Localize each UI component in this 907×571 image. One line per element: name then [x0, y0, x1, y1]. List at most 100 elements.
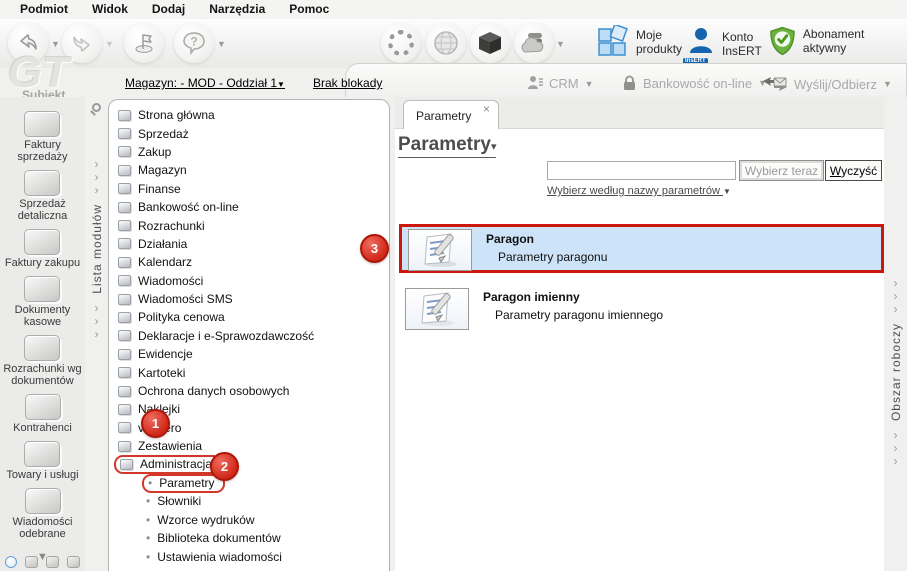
title-caret-icon: ▾	[490, 141, 497, 153]
tree-item-wiadomosci[interactable]: Wiadomości	[109, 272, 389, 290]
result-title: Paragon	[486, 232, 535, 246]
tree-item-deklaracje[interactable]: Deklaracje i e-Sprawozdawczość	[109, 327, 389, 345]
tree-item-zestawienia[interactable]: Zestawienia	[109, 437, 389, 455]
chevron-right-icon: ›	[94, 326, 99, 341]
boxes-icon	[24, 229, 61, 255]
administration-icon	[120, 458, 133, 470]
result-paragon[interactable]: Paragon Parametry paragonu	[399, 224, 884, 273]
tree-item-ustawienia-wiadomosci[interactable]: • Ustawienia wiadomości	[109, 547, 389, 565]
tree-item-magazyn[interactable]: Magazyn	[109, 161, 389, 179]
tree-item-sprzedaz[interactable]: Sprzedaż	[109, 124, 389, 142]
messages-icon	[118, 275, 131, 287]
filter-caret-icon: ▼	[722, 187, 731, 196]
menu-dodaj[interactable]: Dodaj	[140, 1, 197, 18]
menu-widok[interactable]: Widok	[80, 1, 140, 18]
bankowosc-button[interactable]: Bankowość on-line ▼	[622, 75, 767, 91]
status-bar: Magazyn: - MOD - Oddział 1▼ Brak blokady…	[0, 68, 907, 97]
crm-button[interactable]: CRM ▼	[527, 75, 594, 92]
tree-item-dzialania[interactable]: Działania	[109, 235, 389, 253]
konto-insert-button[interactable]: InsERT Konto InsERT	[683, 25, 762, 64]
menu-narzedzia[interactable]: Narzędzia	[197, 1, 277, 18]
chevron-right-icon: ›	[94, 157, 99, 171]
home-icon	[118, 109, 131, 121]
blokada-link[interactable]: Brak blokady	[313, 76, 382, 90]
tree-item-zakup[interactable]: Zakup	[109, 143, 389, 161]
bullet-icon: •	[148, 475, 153, 490]
insert-person-icon: InsERT	[683, 25, 716, 64]
cloud-services-button[interactable]	[514, 23, 554, 63]
globe-icon	[434, 31, 458, 55]
module-faktury-sprzedazy[interactable]: Faktury sprzedaży	[17, 111, 68, 163]
wybierz-teraz-button[interactable]: Wybierz teraz	[739, 160, 824, 181]
bankowosc-label: Bankowość on-line	[643, 75, 753, 91]
module-rozrachunki-wg-dokumentow[interactable]: Rozrachunki wg dokumentów	[3, 335, 82, 387]
konto-insert-label-2: InsERT	[722, 43, 762, 58]
tree-item-wzorce-wydrukow[interactable]: • Wzorce wydruków	[109, 511, 389, 529]
circle-icon[interactable]	[5, 556, 17, 568]
card-files-icon	[118, 367, 131, 379]
tree-item-kalendarz[interactable]: Kalendarz	[109, 253, 389, 271]
wyczysc-button[interactable]: Wyczyść	[825, 160, 882, 181]
tree-item-polityka-cenowa[interactable]: Polityka cenowa	[109, 308, 389, 326]
page-title[interactable]: Parametry▾	[398, 134, 497, 158]
actions-icon	[118, 238, 131, 250]
tree-item-slowniki[interactable]: • Słowniki	[109, 492, 389, 510]
basket-small-icon[interactable]	[46, 556, 59, 568]
tree-item-rozrachunki[interactable]: Rozrachunki	[109, 216, 389, 234]
archive-button[interactable]	[470, 23, 510, 63]
pin-icon[interactable]	[92, 103, 101, 112]
calendar-icon	[118, 256, 131, 268]
module-wiadomosci-odebrane[interactable]: Wiadomości odebrane	[13, 488, 72, 540]
module-towary-i-uslugi[interactable]: Towary i usługi	[6, 441, 79, 481]
tree-item-kartoteki[interactable]: Kartoteki	[109, 363, 389, 381]
chevron-right-icon: ›	[893, 289, 898, 303]
wyslij-odbierz-button[interactable]: Wyślij/Odbierz ▼	[762, 75, 892, 93]
tree-item-parametry[interactable]: • Parametry	[109, 473, 389, 493]
filter-by-name-link[interactable]: Wybierz według nazwy parametrów ▼	[547, 185, 731, 197]
obszar-roboczy-strip[interactable]: › › › Obszar roboczy › › ›	[884, 97, 907, 571]
menu-pomoc[interactable]: Pomoc	[277, 1, 341, 18]
cloud-dropdown-caret[interactable]: ▼	[556, 39, 565, 49]
tree-item-administracja[interactable]: Administracja	[109, 455, 389, 475]
svg-text:?: ?	[190, 35, 197, 49]
menu-podmiot[interactable]: Podmiot	[8, 1, 80, 18]
module-faktury-zakupu[interactable]: Faktury zakupu	[5, 229, 80, 269]
tree-item-bankowosc-online[interactable]: Bankowość on-line	[109, 198, 389, 216]
module-kontrahenci[interactable]: Kontrahenci	[13, 394, 72, 434]
help-button[interactable]: ?	[174, 23, 214, 63]
module-dokumenty-kasowe[interactable]: Dokumenty kasowe	[15, 276, 70, 328]
close-icon[interactable]: ×	[483, 102, 490, 116]
help-dropdown-caret[interactable]: ▼	[217, 39, 226, 49]
step-badge-1: 1	[141, 409, 170, 438]
box-small-icon[interactable]	[67, 556, 80, 568]
online-button[interactable]	[426, 23, 466, 63]
tree-item-ochrona-danych[interactable]: Ochrona danych osobowych	[109, 382, 389, 400]
tree-item-strona-glowna[interactable]: Strona główna	[109, 106, 389, 124]
abonament-label: Abonament aktywny	[802, 27, 865, 55]
tab-parametry[interactable]: Parametry ×	[403, 100, 499, 129]
abonament-button[interactable]: Abonament aktywny	[768, 25, 907, 57]
tree-item-wiadomosci-sms[interactable]: Wiadomości SMS	[109, 290, 389, 308]
bullet-icon: •	[146, 531, 151, 546]
coins-small-icon[interactable]	[25, 556, 38, 568]
spinner-icon	[388, 30, 414, 56]
parameter-search-input[interactable]	[547, 161, 736, 180]
magazyn-selector-link[interactable]: Magazyn: - MOD - Oddział 1▼	[125, 76, 285, 90]
flag-button[interactable]	[124, 23, 164, 63]
tree-item-biblioteka-dokumentow[interactable]: • Biblioteka dokumentów	[109, 529, 389, 547]
records-icon	[118, 348, 131, 360]
module-sprzedaz-detaliczna[interactable]: Sprzedaż detaliczna	[18, 170, 67, 222]
person-icon	[24, 394, 61, 420]
forward-dropdown-caret[interactable]: ▼	[105, 39, 114, 49]
question-bubble-icon: ?	[183, 32, 205, 56]
sync-button[interactable]	[381, 23, 421, 63]
step-badge-2: 2	[210, 452, 239, 481]
moje-produkty-label-2: produkty	[636, 42, 683, 56]
tree-item-finanse[interactable]: Finanse	[109, 180, 389, 198]
pricing-icon	[118, 311, 131, 323]
result-paragon-imienny[interactable]: Paragon imienny Parametry paragonu imien…	[399, 285, 884, 334]
tree-item-ewidencje[interactable]: Ewidencje	[109, 345, 389, 363]
moje-produkty-button[interactable]: Moje produkty	[596, 25, 682, 59]
lista-modulow-strip[interactable]: › › › Lista modułów › › ›	[85, 97, 108, 571]
menu-bar: Podmiot Widok Dodaj Narzędzia Pomoc	[0, 0, 907, 19]
